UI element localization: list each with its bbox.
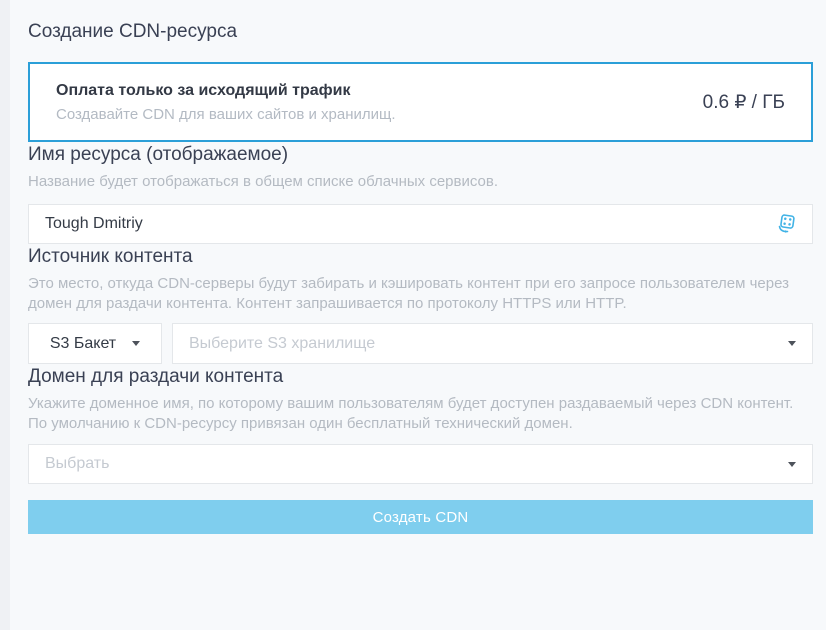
content-origin-heading: Источник контента [28,244,813,269]
domain-heading: Домен для раздачи контента [28,364,813,389]
domain-hint: Укажите доменное имя, по которому вашим … [28,394,813,434]
create-cdn-form: Создание CDN-ресурса Оплата только за ис… [28,0,813,534]
domain-select[interactable]: Выбрать [28,444,813,484]
price-per-gb: 0.6 ₽ / ГБ [703,91,785,114]
resource-name-input[interactable] [45,215,774,233]
chevron-down-icon [132,341,140,346]
origin-selectors-row: S3 Бакет Выберите S3 хранилище [28,323,813,364]
chevron-down-icon [788,341,796,346]
promo-title: Оплата только за исходящий трафик [56,80,396,102]
s3-storage-placeholder: Выберите S3 хранилище [189,335,788,353]
resource-name-hint: Название будет отображаться в общем спис… [28,172,813,192]
domain-select-placeholder: Выбрать [45,455,788,473]
promo-subtitle: Создавайте CDN для ваших сайтов и хранил… [56,104,396,125]
page-title: Создание CDN-ресурса [28,0,813,44]
content-origin-hint: Это место, откуда CDN-серверы будут заби… [28,274,813,314]
resource-name-heading: Имя ресурса (отображаемое) [28,142,813,167]
pricing-promo-banner: Оплата только за исходящий трафик Создав… [28,62,813,142]
random-name-dice-icon[interactable] [774,212,798,236]
origin-type-dropdown[interactable]: S3 Бакет [28,323,162,364]
origin-type-value: S3 Бакет [50,335,116,353]
resource-name-field-wrap [28,204,813,244]
promo-text-block: Оплата только за исходящий трафик Создав… [56,80,396,125]
chevron-down-icon [788,462,796,467]
create-cdn-button[interactable]: Создать CDN [28,500,813,534]
s3-storage-select[interactable]: Выберите S3 хранилище [172,323,813,364]
page-left-edge [0,0,10,630]
